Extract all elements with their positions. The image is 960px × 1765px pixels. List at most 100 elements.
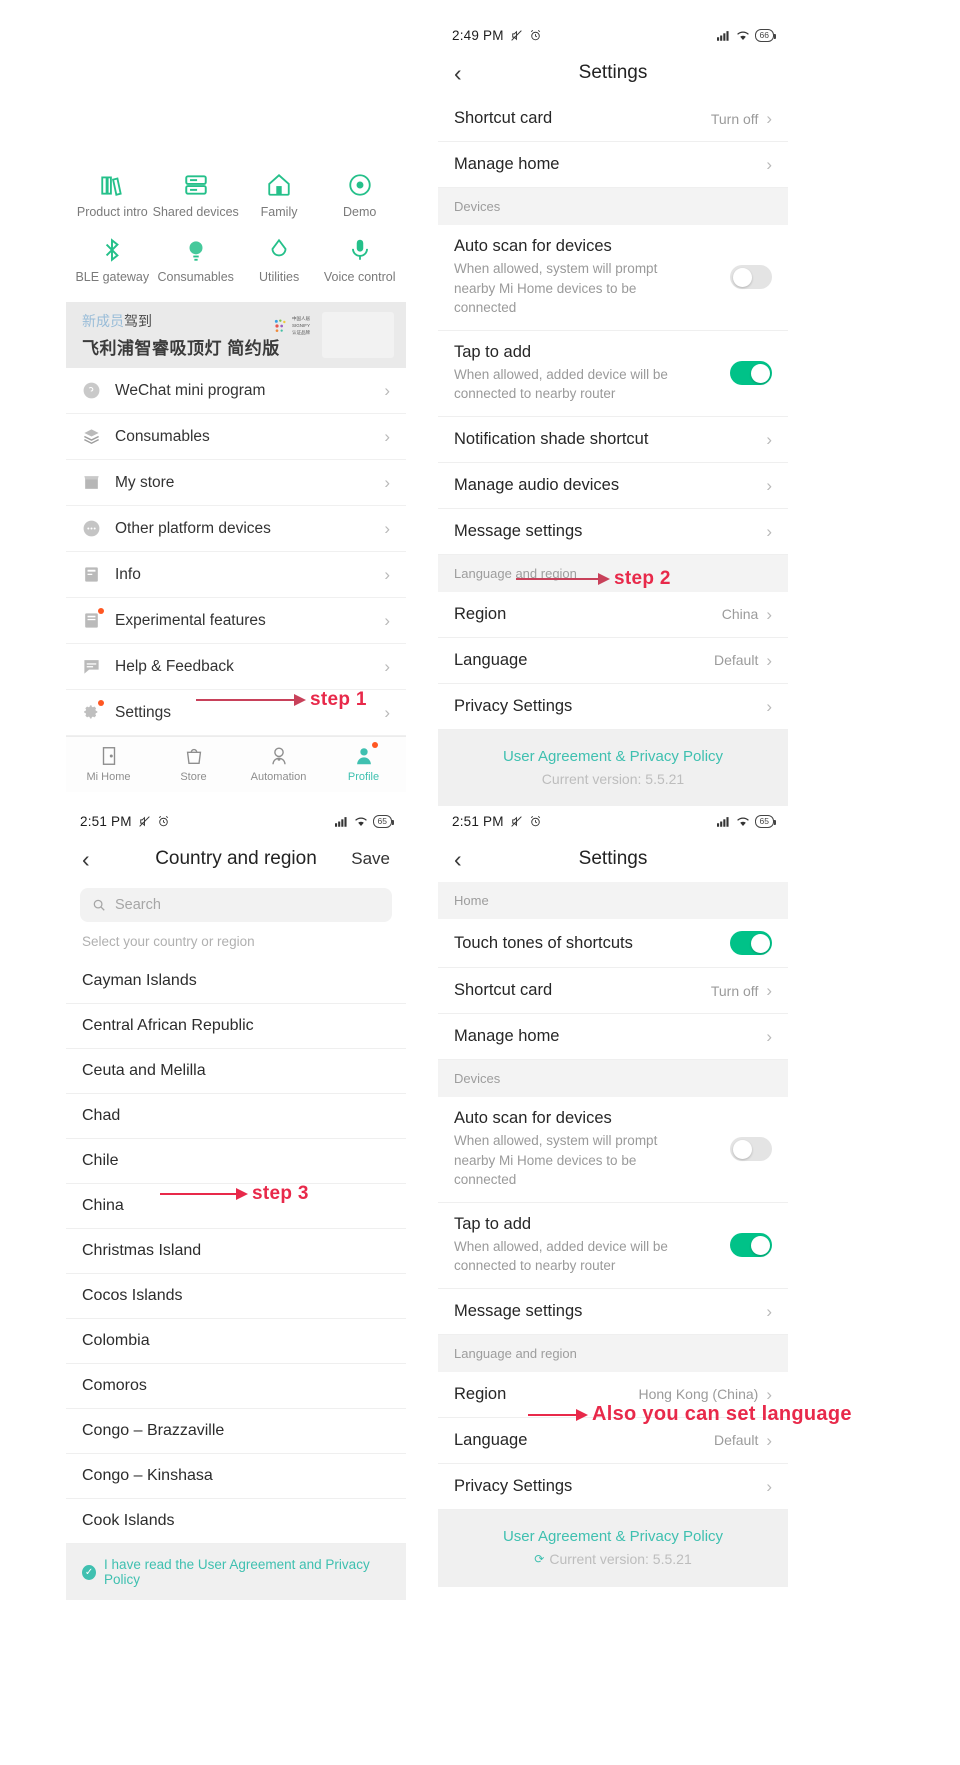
- list-item[interactable]: Chile: [66, 1139, 406, 1184]
- tap-to-add-toggle[interactable]: [730, 361, 772, 386]
- grid-item-voice-control[interactable]: Voice control: [319, 227, 400, 292]
- arrow-icon: [196, 694, 306, 706]
- grid-item-label: Voice control: [323, 270, 396, 284]
- touch-tones-toggle[interactable]: [730, 931, 772, 955]
- settings-row-privacy[interactable]: Privacy Settings ›: [438, 684, 788, 730]
- books-icon: [101, 176, 123, 196]
- flask-icon: [82, 608, 104, 630]
- annotation-label: step 3: [252, 1183, 309, 1204]
- settings-row-touch-tones[interactable]: Touch tones of shortcuts: [438, 919, 788, 968]
- grid-item-product-intro[interactable]: Product intro: [72, 162, 153, 227]
- grid-item-utilities[interactable]: Utilities: [239, 227, 320, 292]
- list-item[interactable]: Congo – Kinshasa: [66, 1454, 406, 1499]
- grid-item-ble-gateway[interactable]: BLE gateway: [72, 227, 153, 292]
- row-subtitle: When allowed, system will prompt nearby …: [454, 261, 658, 316]
- grid-item-consumables[interactable]: Consumables: [153, 227, 239, 292]
- agreement-bar[interactable]: ✓ I have read the User Agreement and Pri…: [66, 1544, 406, 1600]
- list-item[interactable]: Congo – Brazzaville: [66, 1409, 406, 1454]
- tab-label: Store: [180, 771, 207, 783]
- chevron-right-icon: ›: [766, 696, 772, 716]
- tap-to-add-toggle[interactable]: [730, 1233, 772, 1258]
- settings-row-privacy[interactable]: Privacy Settings ›: [438, 1464, 788, 1510]
- row-main: Tap to add When allowed, added device wi…: [454, 1215, 689, 1276]
- list-item[interactable]: Cook Islands: [66, 1499, 406, 1544]
- settings-row-manage-home[interactable]: Manage home ›: [438, 1014, 788, 1060]
- auto-scan-toggle[interactable]: [730, 265, 772, 290]
- promo-banner[interactable]: 新成员驾到 飞利浦智睿吸顶灯 简约版 中国人居 SIGNIFY 认证品牌: [66, 302, 406, 368]
- row-title: Shortcut card: [454, 981, 553, 999]
- grid-item-family[interactable]: Family: [239, 162, 320, 227]
- annotation-step-1: step 1: [196, 689, 367, 711]
- logo-dots-icon: [274, 319, 286, 333]
- settings-row-manage-home[interactable]: Manage home ›: [438, 142, 788, 188]
- settings-row-language[interactable]: Language Default ›: [438, 638, 788, 684]
- settings-row-notification-shade[interactable]: Notification shade shortcut ›: [438, 417, 788, 463]
- grid-item-label: BLE gateway: [75, 270, 150, 284]
- bulb-icon: [189, 241, 203, 261]
- policy-link[interactable]: User Agreement & Privacy Policy: [454, 748, 772, 765]
- back-icon[interactable]: ‹: [82, 847, 112, 871]
- menu-item-my-store[interactable]: My store ›: [66, 460, 406, 506]
- tab-automation[interactable]: Automation: [236, 737, 321, 792]
- wifi-icon: [354, 817, 367, 826]
- menu-item-wechat-mini-program[interactable]: WeChat mini program ›: [66, 368, 406, 414]
- page-title: Settings: [578, 848, 648, 869]
- settings-row-shortcut-card[interactable]: Shortcut card Turn off ›: [438, 96, 788, 142]
- tab-mi-home[interactable]: Mi Home: [66, 737, 151, 792]
- list-item[interactable]: Central African Republic: [66, 1004, 406, 1049]
- list-item[interactable]: Christmas Island: [66, 1229, 406, 1274]
- settings-row-region[interactable]: Region China ›: [438, 592, 788, 638]
- list-item[interactable]: Colombia: [66, 1319, 406, 1364]
- chevron-right-icon: ›: [384, 657, 390, 676]
- row-main: Tap to add When allowed, added device wi…: [454, 343, 689, 404]
- chevron-right-icon: ›: [766, 650, 772, 670]
- settings-row-auto-scan[interactable]: Auto scan for devices When allowed, syst…: [438, 1097, 788, 1203]
- row-title: Shortcut card: [454, 109, 553, 127]
- promo-banner-text: 新成员驾到 飞利浦智睿吸顶灯 简约版: [82, 311, 280, 359]
- auto-scan-toggle[interactable]: [730, 1137, 772, 1162]
- tab-store[interactable]: Store: [151, 737, 236, 792]
- list-item[interactable]: Chad: [66, 1094, 406, 1139]
- chevron-right-icon: ›: [766, 521, 772, 541]
- row-subtitle: When allowed, added device will be conne…: [454, 366, 668, 402]
- settings-row-shortcut-card[interactable]: Shortcut card Turn off ›: [438, 968, 788, 1014]
- row-title: Region: [454, 604, 507, 623]
- menu-item-info[interactable]: Info ›: [66, 552, 406, 598]
- settings-row-tap-to-add[interactable]: Tap to add When allowed, added device wi…: [438, 1203, 788, 1289]
- document-icon: [82, 565, 101, 584]
- chevron-right-icon: ›: [384, 565, 390, 584]
- menu-item-experimental-features[interactable]: Experimental features ›: [66, 598, 406, 644]
- row-value: Turn off: [710, 110, 759, 127]
- list-item[interactable]: Comoros: [66, 1364, 406, 1409]
- grid-item-shared-devices[interactable]: Shared devices: [153, 162, 239, 227]
- menu-item-consumables[interactable]: Consumables ›: [66, 414, 406, 460]
- row-title: Language: [454, 650, 528, 669]
- chevron-right-icon: ›: [766, 1027, 772, 1046]
- row-title: Region: [454, 1384, 507, 1403]
- list-item[interactable]: Ceuta and Melilla: [66, 1049, 406, 1094]
- settings-row-tap-to-add[interactable]: Tap to add When allowed, added device wi…: [438, 331, 788, 417]
- row-value: Turn off: [710, 982, 759, 999]
- alarm-icon: [530, 29, 540, 40]
- tab-profile[interactable]: Profile: [321, 737, 406, 792]
- row-right: Default ›: [714, 1432, 772, 1449]
- search-input[interactable]: Search: [80, 888, 392, 922]
- profile-menu-list: WeChat mini program › Consumables › My s…: [66, 368, 406, 736]
- grid-item-demo[interactable]: Demo: [319, 162, 400, 227]
- back-icon[interactable]: ‹: [454, 61, 484, 85]
- list-item[interactable]: Cocos Islands: [66, 1274, 406, 1319]
- settings-row-manage-audio[interactable]: Manage audio devices ›: [438, 463, 788, 509]
- settings-row-message-settings[interactable]: Message settings ›: [438, 1289, 788, 1335]
- toggle-knob: [750, 363, 770, 383]
- save-button[interactable]: Save: [351, 849, 390, 869]
- menu-item-help-feedback[interactable]: Help & Feedback ›: [66, 644, 406, 690]
- menu-item-other-platform-devices[interactable]: Other platform devices ›: [66, 506, 406, 552]
- list-item[interactable]: Cayman Islands: [66, 959, 406, 1004]
- settings-row-message-settings[interactable]: Message settings ›: [438, 509, 788, 555]
- back-icon[interactable]: ‹: [454, 847, 484, 871]
- bluetooth-icon: [106, 238, 120, 262]
- policy-link[interactable]: User Agreement & Privacy Policy: [454, 1528, 772, 1545]
- arrow-icon: [528, 1408, 588, 1421]
- page-title: Settings: [578, 62, 648, 83]
- settings-row-auto-scan[interactable]: Auto scan for devices When allowed, syst…: [438, 225, 788, 331]
